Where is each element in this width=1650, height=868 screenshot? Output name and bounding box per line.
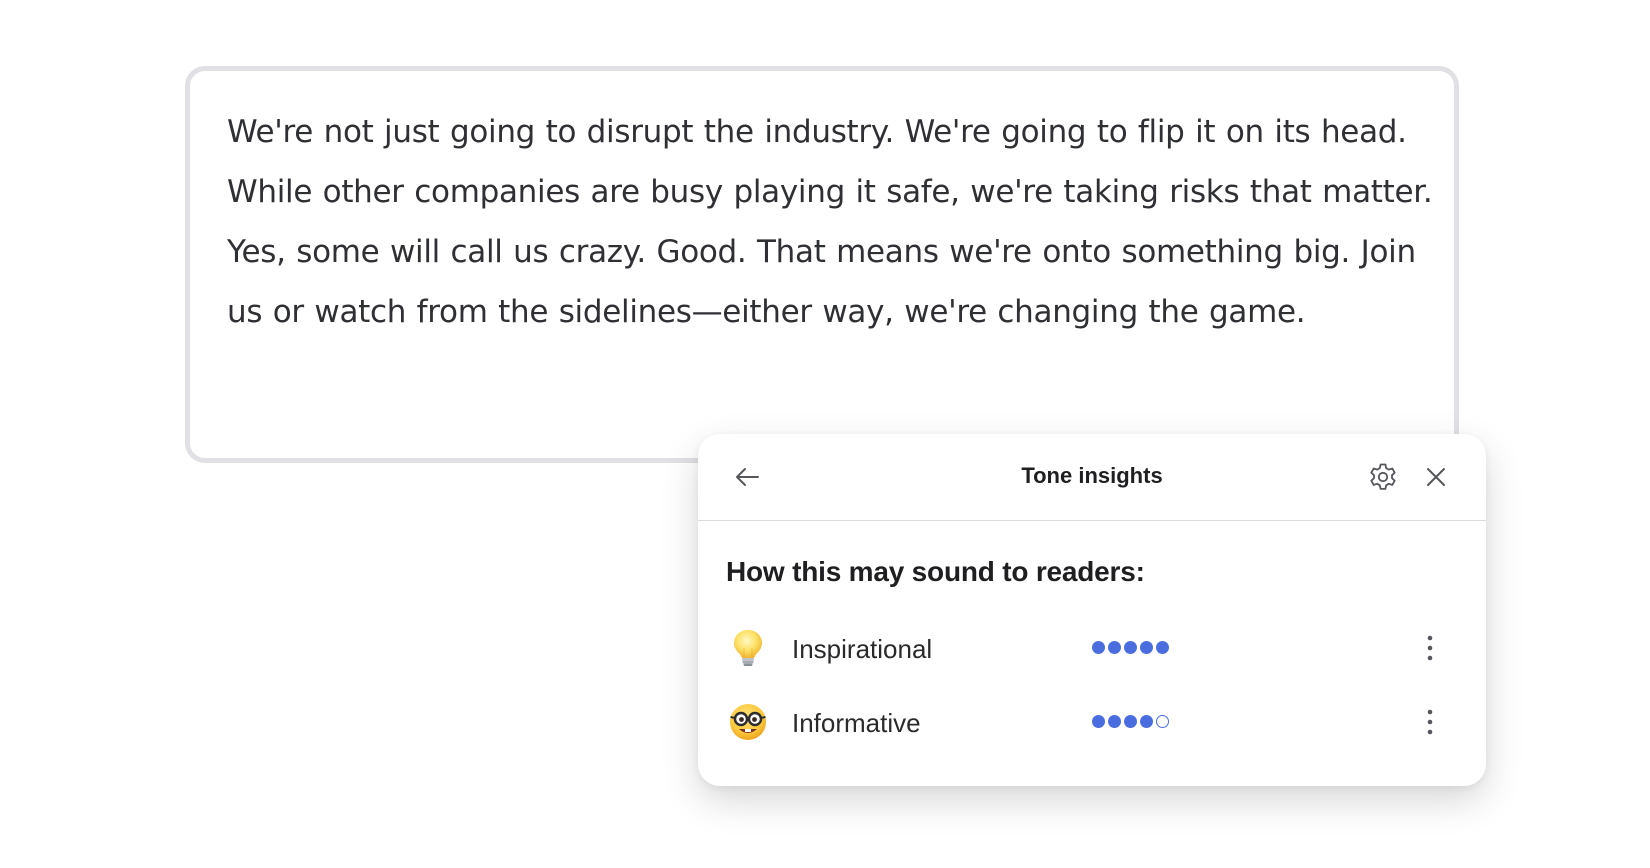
tone-label: Inspirational [792,634,933,664]
strength-dot-filled [1124,641,1137,654]
tone-row-informative: Informative [698,694,1486,750]
more-options-button[interactable] [1410,702,1450,742]
section-heading: How this may sound to readers: [726,556,1145,587]
settings-button[interactable] [1362,456,1404,498]
tone-strength-indicator [1092,641,1169,655]
strength-dot-filled [1092,641,1105,654]
strength-dot-filled [1108,715,1121,728]
nerd-face-emoji-icon [730,704,766,740]
strength-dot-filled [1108,641,1121,654]
tone-insights-panel: Tone insights How this may sound to read… [698,434,1486,786]
strength-dot-filled [1140,641,1153,654]
lightbulb-emoji-icon [734,630,762,666]
vertical-ellipsis-icon [1427,635,1433,661]
tone-row-inspirational: Inspirational [698,620,1486,676]
strength-dot-filled [1140,715,1153,728]
panel-header: Tone insights [698,434,1486,521]
tone-strength-indicator [1092,715,1169,729]
strength-dot-filled [1156,641,1169,654]
vertical-ellipsis-icon [1427,709,1433,735]
more-options-button[interactable] [1410,628,1450,668]
strength-dot-empty [1156,715,1169,728]
strength-dot-filled [1092,715,1105,728]
strength-dot-filled [1124,715,1137,728]
editor-text[interactable]: We're not just going to disrupt the indu… [227,102,1442,342]
tone-label: Informative [792,708,921,738]
close-button[interactable] [1415,456,1457,498]
close-icon [1427,468,1445,486]
gear-icon [1370,463,1396,490]
